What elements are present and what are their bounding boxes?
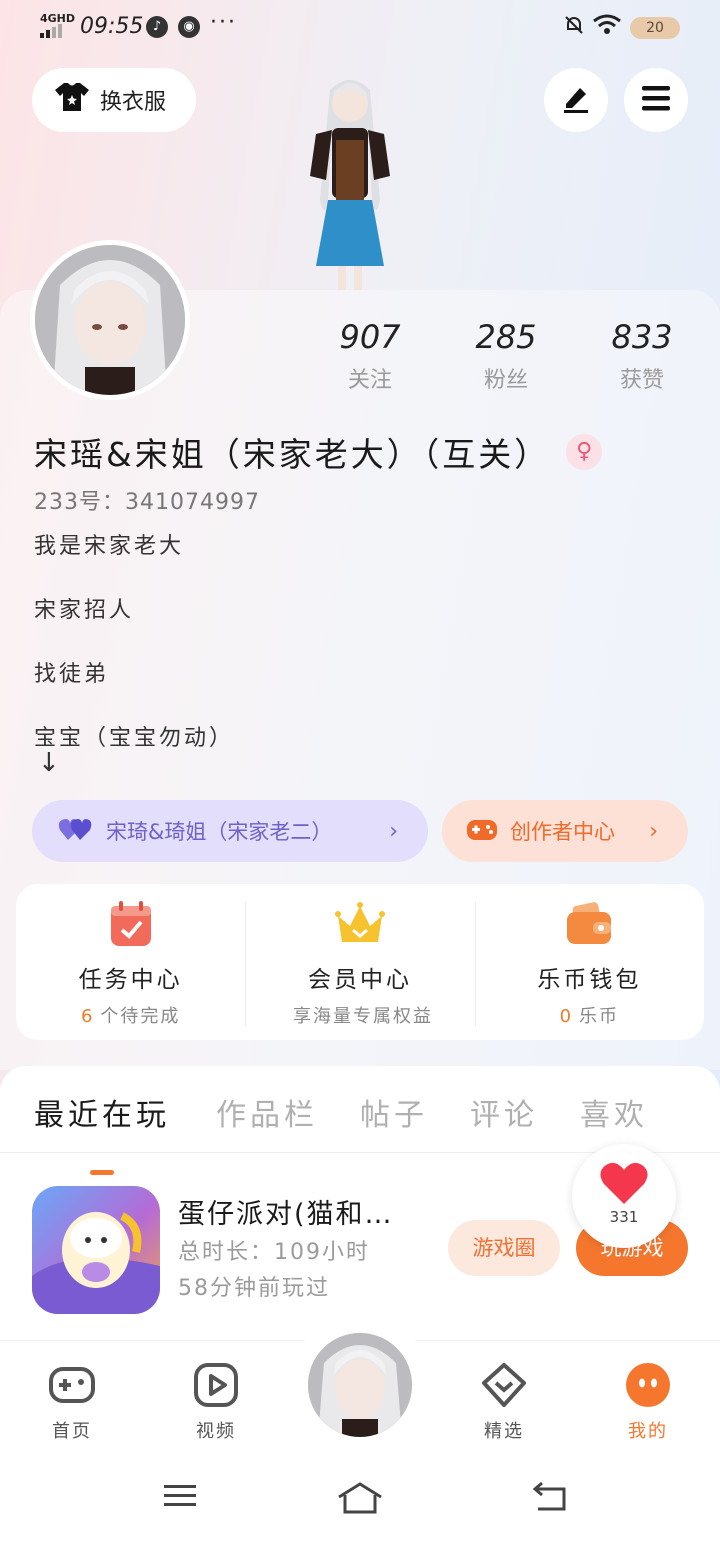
gamepad-icon — [466, 816, 498, 847]
mute-bell-icon — [563, 14, 585, 41]
status-bar: 4GHD 09:55 ♪ ◉ ··· 20 — [0, 0, 720, 56]
nav-label: 视频 — [196, 1421, 236, 1442]
change-outfit-label: 换衣服 — [100, 90, 167, 115]
like-count: 331 — [609, 1208, 639, 1226]
nav-home[interactable]: 首页 — [27, 1361, 117, 1443]
service-title: 任务中心 — [78, 967, 183, 993]
service-title: 乐币钱包 — [537, 967, 642, 993]
game-last-played: 58分钟前玩过 — [178, 1276, 330, 1301]
crown-icon — [334, 900, 386, 948]
game-icon[interactable] — [32, 1186, 160, 1314]
pen-icon — [560, 82, 592, 118]
profile-tabs: 最近在玩 作品栏 帖子 评论 喜欢 — [0, 1090, 720, 1175]
nav-label: 精选 — [484, 1421, 524, 1442]
name-row: 宋瑶&宋姐（宋家老大）（互关） ♀ — [34, 428, 603, 476]
nav-avatar-button[interactable] — [304, 1329, 416, 1441]
bio-arrow: ↓ — [38, 748, 63, 778]
audio-app-icon: ◉ — [178, 16, 200, 38]
stat-label: 粉丝 — [483, 368, 528, 393]
stat-value: 907 — [339, 318, 401, 356]
profile-name: 宋瑶&宋姐（宋家老大）（互关） — [34, 435, 551, 474]
stat-following[interactable]: 907 关注 — [310, 318, 430, 394]
tiktok-icon: ♪ — [146, 16, 168, 38]
nav-mine[interactable]: 我的 — [603, 1361, 693, 1443]
service-count: 0 — [559, 1006, 574, 1027]
game-title: 蛋仔派对(猫和… — [178, 1199, 394, 1230]
tab-works[interactable]: 作品栏 — [216, 1090, 318, 1134]
system-navigation — [0, 1481, 720, 1531]
bio-line: 宋家招人 — [34, 598, 135, 623]
gamepad-icon — [48, 1361, 96, 1409]
menu-button[interactable] — [624, 68, 688, 132]
double-heart-icon — [58, 816, 92, 847]
game-total-time: 总时长：109小时 — [178, 1240, 370, 1265]
service-subtitle: 乐币 — [579, 1006, 620, 1027]
chevron-right-icon: › — [649, 818, 658, 844]
stat-label: 获赞 — [619, 368, 664, 393]
services-panel: 任务中心 6 个待完成 会员中心 享海量专属权益 乐币钱包 0 乐币 — [16, 884, 704, 1040]
bottom-navigation: 首页 视频 精选 我的 — [0, 1313, 720, 1544]
coin-wallet[interactable]: 乐币钱包 0 乐币 — [474, 884, 704, 1040]
heart-box-icon — [480, 1361, 528, 1409]
female-icon: ♀ — [566, 434, 603, 470]
play-icon — [192, 1361, 240, 1409]
tab-recently-played[interactable]: 最近在玩 — [34, 1090, 170, 1134]
service-subtitle: 个待完成 — [100, 1006, 181, 1027]
hamburger-menu-icon — [640, 84, 672, 116]
clock: 09:55 — [80, 14, 144, 39]
creator-center-label: 创作者中心 — [510, 820, 615, 844]
creator-center-button[interactable]: 创作者中心 › — [442, 800, 688, 862]
bio: 我是宋家老大 宋家招人 找徒弟 宝宝（宝宝勿动） ↓ — [34, 528, 234, 784]
heart-icon — [572, 1144, 676, 1212]
tab-likes[interactable]: 喜欢 — [580, 1090, 648, 1134]
calendar-check-icon — [105, 900, 157, 948]
wallet-icon — [563, 900, 615, 948]
task-center[interactable]: 任务中心 6 个待完成 — [16, 884, 245, 1040]
tshirt-icon — [54, 81, 90, 119]
bio-line: 宝宝（宝宝勿动） — [34, 726, 235, 751]
more-notifications-icon: ··· — [210, 10, 237, 35]
stat-value: 285 — [475, 318, 537, 356]
relation-link-button[interactable]: 宋琦&琦姐（宋家老二） › — [32, 800, 428, 862]
user-id[interactable]: 233号：341074997 — [34, 484, 260, 516]
battery-indicator: 20 — [630, 17, 680, 39]
face-icon — [624, 1361, 672, 1409]
nav-label: 首页 — [52, 1421, 92, 1442]
signal-icon — [40, 24, 62, 38]
relation-label: 宋琦&琦姐（宋家老二） — [106, 820, 333, 844]
home-icon[interactable] — [336, 1481, 384, 1519]
nav-featured[interactable]: 精选 — [459, 1361, 549, 1443]
service-count: 6 — [80, 1006, 95, 1027]
avatar-3d-figure[interactable] — [280, 70, 420, 292]
chevron-right-icon: › — [389, 818, 398, 844]
service-subtitle: 享海量专属权益 — [292, 1006, 433, 1027]
like-bubble[interactable]: 331 — [572, 1144, 676, 1248]
service-title: 会员中心 — [307, 967, 412, 993]
nav-label: 我的 — [628, 1421, 668, 1442]
bio-line: 找徒弟 — [34, 662, 110, 687]
stat-label: 关注 — [347, 368, 392, 393]
wifi-icon — [592, 14, 622, 41]
profile-avatar[interactable] — [30, 240, 190, 400]
nav-video[interactable]: 视频 — [171, 1361, 261, 1443]
game-meta: 总时长：109小时 58分钟前玩过 — [178, 1234, 370, 1306]
active-tab-indicator — [90, 1170, 114, 1175]
tab-posts[interactable]: 帖子 — [360, 1090, 428, 1134]
game-circle-button[interactable]: 游戏圈 — [448, 1220, 560, 1276]
recent-apps-icon[interactable] — [162, 1481, 198, 1515]
tab-comments[interactable]: 评论 — [470, 1090, 538, 1134]
stat-followers[interactable]: 285 粉丝 — [446, 318, 566, 394]
change-outfit-button[interactable]: 换衣服 — [32, 68, 196, 132]
bio-line: 我是宋家老大 — [34, 534, 185, 559]
member-center[interactable]: 会员中心 享海量专属权益 — [245, 884, 474, 1040]
edit-profile-button[interactable] — [544, 68, 608, 132]
stat-value: 833 — [611, 318, 673, 356]
stat-likes[interactable]: 833 获赞 — [582, 318, 702, 394]
back-icon[interactable] — [530, 1481, 570, 1517]
